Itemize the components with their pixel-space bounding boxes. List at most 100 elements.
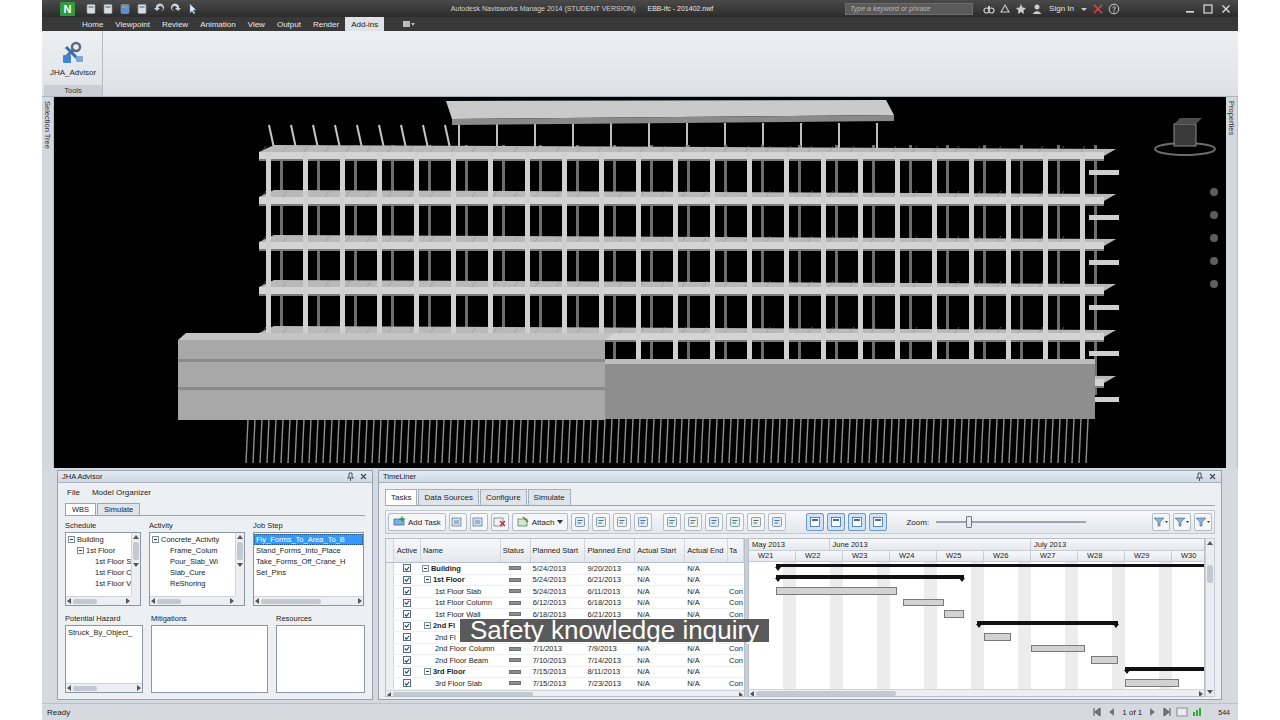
- tree-item[interactable]: Frame_Colum: [150, 545, 235, 556]
- vertical-scrollbar[interactable]: [235, 533, 244, 596]
- close-icon[interactable]: [1208, 472, 1217, 481]
- maximize-icon[interactable]: [1202, 3, 1214, 15]
- export-schedule-button[interactable]: [1173, 513, 1191, 531]
- potential-hazard-list[interactable]: Struck_By_Object_: [65, 625, 143, 693]
- task-bar[interactable]: [776, 587, 897, 595]
- horizontal-scrollbar[interactable]: [749, 689, 1204, 698]
- active-checkbox[interactable]: [403, 679, 411, 687]
- add-task-button[interactable]: Add Task: [388, 513, 446, 531]
- resources-list[interactable]: [276, 625, 365, 693]
- view-gantt-button[interactable]: [848, 513, 866, 531]
- task-bar[interactable]: [944, 610, 964, 618]
- active-checkbox[interactable]: [403, 576, 411, 584]
- expand-toggle-icon[interactable]: [77, 547, 84, 554]
- undo-icon[interactable]: [153, 3, 165, 15]
- tree-item[interactable]: ReShoring: [150, 578, 235, 589]
- filter-button[interactable]: [1152, 513, 1170, 531]
- task-row[interactable]: 3rd Floor 7/15/20138/11/2013N/AN/A: [386, 667, 744, 679]
- export-image-button[interactable]: [1194, 513, 1212, 531]
- summary-bar[interactable]: [977, 621, 1118, 625]
- tree-item[interactable]: Pour_Slab_Wi: [150, 556, 235, 567]
- subscription-icon[interactable]: [999, 3, 1011, 15]
- communication-icon[interactable]: [1015, 3, 1027, 15]
- summary-bar[interactable]: [1125, 667, 1205, 671]
- activity-tree[interactable]: Concrete_Activity Frame_Colum Pour_Slab_…: [149, 532, 245, 606]
- close-icon[interactable]: [359, 472, 368, 481]
- menu-item[interactable]: Model Organizer: [92, 488, 151, 497]
- indent-button[interactable]: [663, 513, 681, 531]
- column-header[interactable]: Actual End: [685, 539, 728, 562]
- columns-button[interactable]: [768, 513, 786, 531]
- attach-rules-button[interactable]: [571, 513, 589, 531]
- horizontal-scrollbar[interactable]: [386, 690, 744, 698]
- tree-item[interactable]: Concrete_Activity: [150, 534, 235, 545]
- job-step-item[interactable]: Stand_Forms_Into_Place: [254, 545, 363, 556]
- jha-tab[interactable]: Simulate: [97, 503, 140, 515]
- close-icon[interactable]: [1220, 3, 1232, 15]
- horizontal-scrollbar[interactable]: [254, 596, 363, 605]
- task-bar[interactable]: [1091, 656, 1118, 664]
- zoom-slider[interactable]: [936, 515, 1086, 529]
- vertical-scrollbar[interactable]: [1205, 538, 1215, 697]
- horizontal-scrollbar[interactable]: [150, 596, 235, 605]
- expand-toggle-icon[interactable]: [424, 622, 431, 629]
- job-step-item[interactable]: Set_Pins: [254, 567, 363, 578]
- sign-in-button[interactable]: Sign In: [1047, 4, 1076, 13]
- column-header[interactable]: Name: [421, 539, 501, 562]
- summary-bar[interactable]: [776, 564, 1205, 568]
- summary-bar[interactable]: [776, 575, 964, 579]
- sync-button[interactable]: [592, 513, 610, 531]
- jha-tab[interactable]: WBS: [65, 503, 96, 515]
- properties-tab[interactable]: Properties: [1226, 97, 1238, 468]
- task-bar[interactable]: [1125, 679, 1179, 687]
- task-row[interactable]: 2nd Floor Column 7/1/20137/9/2013N/AN/A …: [386, 644, 744, 656]
- task-row[interactable]: 3rd Floor Slab 7/15/20137/23/2013N/AN/A …: [386, 678, 744, 690]
- unlink-button[interactable]: [726, 513, 744, 531]
- app-logo[interactable]: N: [60, 2, 75, 16]
- minimize-icon[interactable]: [1184, 3, 1196, 15]
- active-checkbox[interactable]: [403, 564, 411, 572]
- active-checkbox[interactable]: [403, 610, 411, 618]
- exchange-icon[interactable]: [1092, 3, 1104, 15]
- tree-item[interactable]: Slab_Cure: [150, 567, 235, 578]
- ribbon-tab[interactable]: Animation: [194, 17, 242, 31]
- view-both-button[interactable]: [827, 513, 845, 531]
- column-header[interactable]: Ta: [728, 539, 744, 562]
- task-bar[interactable]: [1031, 645, 1085, 653]
- search-field[interactable]: Type a keyword or phrase: [845, 3, 973, 15]
- save-icon[interactable]: [119, 3, 131, 15]
- task-bar[interactable]: [903, 599, 943, 607]
- export-button[interactable]: [634, 513, 652, 531]
- ribbon-tab[interactable]: Output: [271, 17, 307, 31]
- comment-button[interactable]: [747, 513, 765, 531]
- tree-item[interactable]: 1st Floor S: [66, 556, 131, 567]
- timeliner-tab[interactable]: Configure: [480, 489, 527, 505]
- pin-icon[interactable]: [1195, 472, 1204, 481]
- column-header[interactable]: Status: [501, 539, 531, 562]
- dropdown-icon[interactable]: [1080, 3, 1088, 15]
- sheet-browser-icon[interactable]: [1176, 707, 1188, 717]
- task-bar[interactable]: [984, 633, 1011, 641]
- expand-toggle-icon[interactable]: [424, 668, 431, 675]
- link-button[interactable]: [705, 513, 723, 531]
- active-checkbox[interactable]: [403, 656, 411, 664]
- binoculars-icon[interactable]: [983, 3, 995, 15]
- menu-item[interactable]: File: [67, 488, 80, 497]
- outdent-button[interactable]: [684, 513, 702, 531]
- attach-button[interactable]: Attach: [512, 513, 569, 531]
- delete-task-button[interactable]: [491, 513, 509, 531]
- ribbon-tab[interactable]: Render: [307, 17, 345, 31]
- vertical-scrollbar[interactable]: [131, 533, 140, 596]
- ribbon-tab[interactable]: Viewpoint: [109, 17, 156, 31]
- last-sheet-icon[interactable]: [1162, 707, 1172, 717]
- new-file-icon[interactable]: [85, 3, 97, 15]
- active-checkbox[interactable]: [403, 622, 411, 630]
- active-checkbox[interactable]: [403, 587, 411, 595]
- tree-item[interactable]: 1st Floor V: [66, 578, 131, 589]
- help-icon[interactable]: [1108, 3, 1120, 15]
- active-checkbox[interactable]: [403, 668, 411, 676]
- jha-advisor-button[interactable]: JHA_Advisor: [44, 31, 102, 85]
- selection-tree-tab[interactable]: Selection Tree: [42, 97, 54, 468]
- next-sheet-icon[interactable]: [1148, 707, 1158, 717]
- expand-toggle-icon[interactable]: [68, 536, 75, 543]
